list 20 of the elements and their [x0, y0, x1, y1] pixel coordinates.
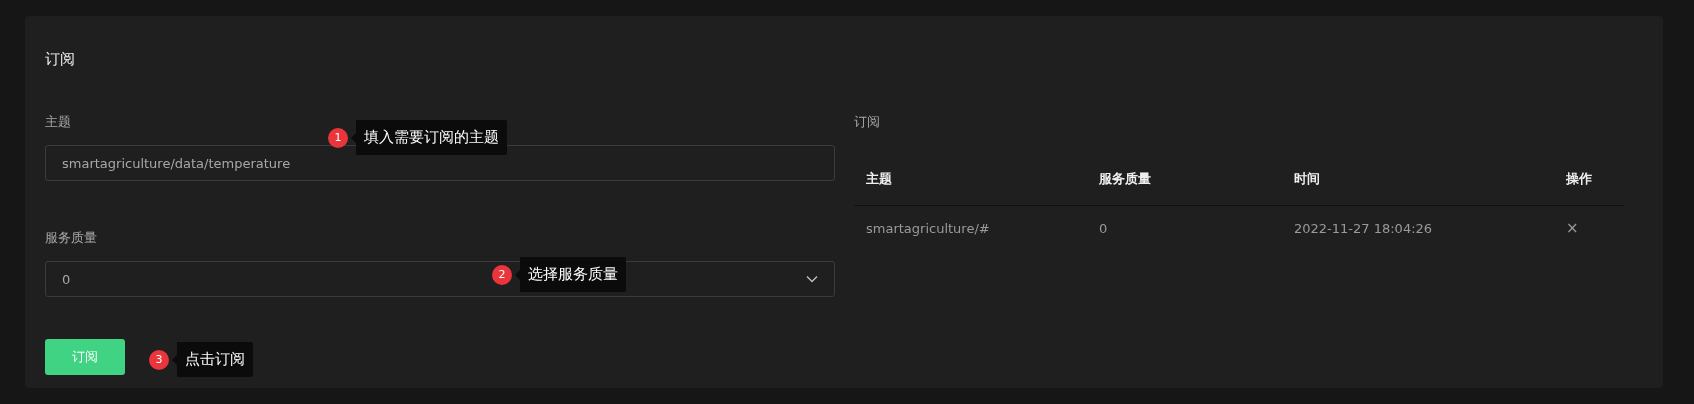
table-cell: smartagriculture/# — [866, 220, 990, 236]
step-badge: 1 — [328, 127, 348, 148]
field-label: 主题 — [45, 113, 71, 131]
annotation-tooltip: 填入需要订阅的主题 — [351, 120, 507, 155]
chevron-down-icon — [806, 275, 818, 283]
step-badge: 3 — [149, 349, 169, 370]
annotation-tooltip: 选择服务质量 — [515, 257, 626, 292]
panel-title: 订阅 — [45, 50, 75, 69]
table-cell: 2022-11-27 18:04:26 — [1294, 220, 1433, 236]
annotation-tooltip: 点击订阅 — [172, 342, 253, 377]
column-header: 服务质量 — [1099, 170, 1151, 188]
section-title: 订阅 — [854, 113, 880, 131]
column-header: 操作 — [1566, 170, 1592, 188]
topic-input-field[interactable]: smartagriculture/data/temperature — [45, 145, 835, 181]
delete-button[interactable]: × — [1566, 219, 1579, 237]
field-label: 服务质量 — [45, 229, 97, 247]
table-cell: 0 — [1099, 220, 1108, 236]
column-header: 时间 — [1294, 170, 1320, 188]
step-badge: 2 — [492, 264, 512, 285]
column-header: 主题 — [866, 170, 892, 188]
